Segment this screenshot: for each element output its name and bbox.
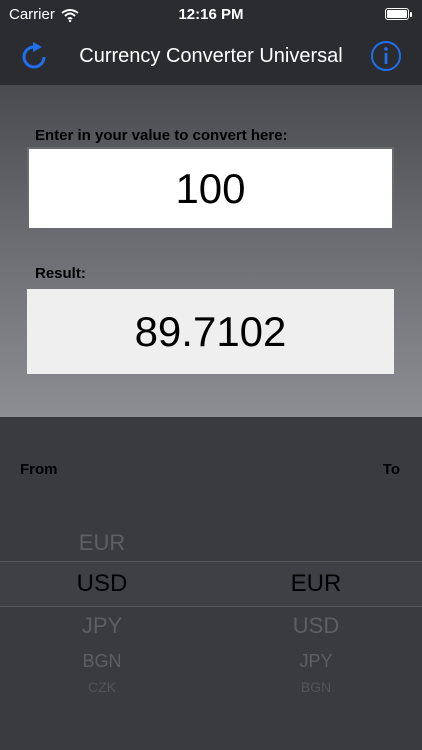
to-option-eur[interactable]: EUR [216, 570, 416, 598]
nav-bar: Currency Converter Universal [0, 30, 422, 85]
from-option-jpy[interactable]: JPY [2, 613, 202, 639]
currency-picker[interactable]: From To EUR USD JPY BGN CZK EUR USD JPY … [0, 417, 422, 750]
result-display: 89.7102 [27, 289, 394, 374]
from-option-eur[interactable]: EUR [2, 530, 202, 556]
battery-fill [387, 10, 407, 18]
refresh-button[interactable] [18, 40, 50, 72]
from-wheel[interactable]: EUR USD JPY BGN CZK [2, 417, 202, 750]
to-wheel[interactable]: EUR USD JPY BGN [216, 417, 416, 750]
from-option-czk[interactable]: CZK [2, 679, 202, 695]
to-option-usd[interactable]: USD [216, 613, 416, 639]
from-option-bgn[interactable]: BGN [2, 651, 202, 672]
from-option-usd[interactable]: USD [2, 570, 202, 598]
converter-panel: Enter in your value to convert here: 100… [0, 85, 422, 417]
info-button[interactable] [370, 40, 402, 72]
status-bar: Carrier 12:16 PM [0, 0, 422, 30]
amount-input-value: 100 [175, 164, 246, 212]
app-title: Currency Converter Universal [79, 45, 343, 67]
result-value: 89.7102 [134, 307, 287, 355]
to-option-bgn[interactable]: BGN [216, 679, 416, 695]
refresh-icon [22, 42, 46, 69]
amount-input[interactable]: 100 [27, 147, 394, 230]
info-icon [371, 41, 401, 71]
battery-icon [385, 8, 412, 20]
result-label: Result: [35, 265, 86, 282]
to-option-jpy[interactable]: JPY [216, 651, 416, 672]
status-time: 12:16 PM [178, 6, 244, 23]
input-label: Enter in your value to convert here: [35, 127, 288, 144]
